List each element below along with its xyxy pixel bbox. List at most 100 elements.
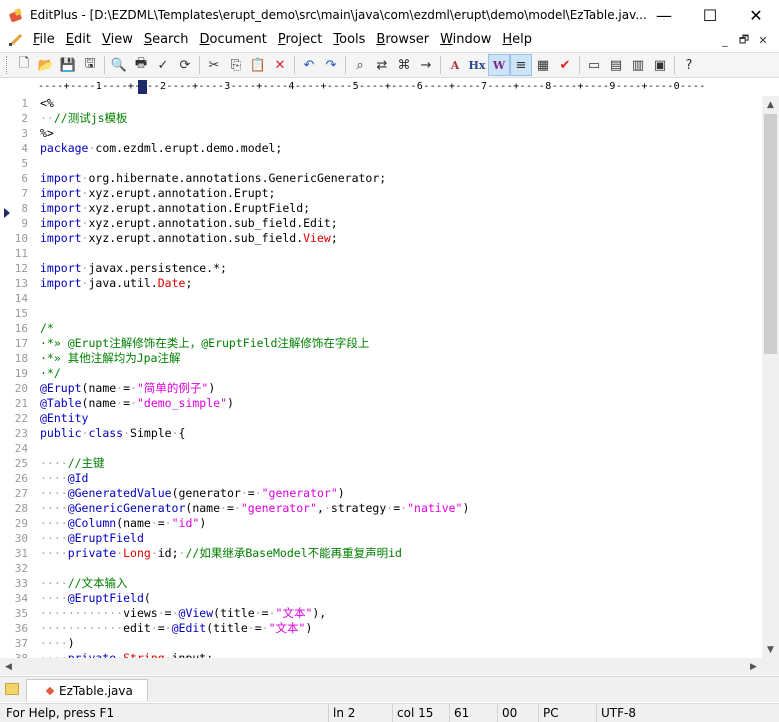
code-line[interactable]: 36 ············edit·=·@Edit(title·=·"文本") bbox=[0, 621, 760, 636]
scroll-right-icon[interactable]: ▶ bbox=[745, 658, 762, 675]
code-text: import·org.hibernate.annotations.Generic… bbox=[40, 171, 387, 185]
menu-document[interactable]: Document bbox=[195, 30, 273, 50]
close-button[interactable]: ✕ bbox=[733, 0, 779, 30]
code-line[interactable]: 5 bbox=[0, 156, 760, 171]
code-line[interactable]: 32 bbox=[0, 561, 760, 576]
menu-browser[interactable]: Browser bbox=[371, 30, 435, 50]
menu-edit[interactable]: Edit bbox=[61, 30, 97, 50]
toolbar-separator bbox=[199, 56, 200, 74]
code-line[interactable]: 7 import·xyz.erupt.annotation.Erupt; bbox=[0, 186, 760, 201]
window-icon[interactable]: ▭ bbox=[583, 54, 605, 76]
code-line[interactable]: 18 ·*» 其他注解均为Jpa注解 bbox=[0, 351, 760, 366]
code-line[interactable]: 19 ·*/ bbox=[0, 366, 760, 381]
vertical-scroll-thumb[interactable] bbox=[764, 114, 777, 354]
code-text: import·java.util.Date; bbox=[40, 276, 193, 290]
ruler-icon[interactable]: ≡ bbox=[510, 54, 532, 76]
scroll-left-icon[interactable]: ◀ bbox=[0, 658, 17, 675]
mdi-restore-button[interactable]: 🗗 bbox=[736, 32, 752, 48]
redo-icon[interactable]: ↷ bbox=[320, 54, 342, 76]
find-icon[interactable]: ⌕ bbox=[349, 54, 371, 76]
code-line[interactable]: 15 bbox=[0, 306, 760, 321]
output-icon[interactable]: ▣ bbox=[649, 54, 671, 76]
check-icon[interactable]: ✔ bbox=[554, 54, 576, 76]
pencil-icon[interactable] bbox=[8, 32, 24, 48]
code-line[interactable]: 37 ····) bbox=[0, 636, 760, 651]
code-line[interactable]: 22 @Entity bbox=[0, 411, 760, 426]
code-line[interactable]: 26 ····@Id bbox=[0, 471, 760, 486]
directory-icon[interactable]: ▥ bbox=[627, 54, 649, 76]
menu-help[interactable]: Help bbox=[497, 30, 538, 50]
menu-search[interactable]: Search bbox=[139, 30, 195, 50]
tab-eztable[interactable]: EzTable.java bbox=[26, 679, 148, 701]
browser-preview-icon[interactable]: ⟳ bbox=[174, 54, 196, 76]
code-line[interactable]: 14 bbox=[0, 291, 760, 306]
menu-tools[interactable]: Tools bbox=[328, 30, 371, 50]
scroll-down-icon[interactable]: ▼ bbox=[762, 641, 779, 658]
minimize-button[interactable]: — bbox=[641, 0, 687, 30]
menu-window[interactable]: Window bbox=[435, 30, 497, 50]
code-line[interactable]: 12 import·javax.persistence.*; bbox=[0, 261, 760, 276]
code-line[interactable]: 34 ····@EruptField( bbox=[0, 591, 760, 606]
mdi-close-button[interactable]: ✕ bbox=[755, 32, 771, 48]
code-line[interactable]: 1 <% bbox=[0, 96, 760, 111]
code-text: ·*» 其他注解均为Jpa注解 bbox=[40, 351, 181, 365]
code-line[interactable]: 27 ····@GeneratedValue(generator·=·"gener… bbox=[0, 486, 760, 501]
toolbar-grip[interactable] bbox=[6, 56, 9, 74]
menu-project[interactable]: Project bbox=[273, 30, 329, 50]
code-line[interactable]: 30 ····@EruptField bbox=[0, 531, 760, 546]
column-select-icon[interactable]: ▦ bbox=[532, 54, 554, 76]
code-line[interactable]: 17 ·*» @Erupt注解修饰在类上，@EruptField注解修饰在字段上 bbox=[0, 336, 760, 351]
help-icon[interactable]: ? bbox=[678, 54, 700, 76]
code-line[interactable]: 35 ············views·=·@View(title·=·"文本"… bbox=[0, 606, 760, 621]
goto-line-icon[interactable]: → bbox=[415, 54, 437, 76]
word-wrap-icon[interactable]: W bbox=[488, 54, 510, 76]
delete-icon[interactable]: ✕ bbox=[269, 54, 291, 76]
open-folder-icon[interactable]: 📂 bbox=[35, 54, 57, 76]
code-line[interactable]: 28 ····@GenericGenerator(name·=·"generato… bbox=[0, 501, 760, 516]
maximize-button[interactable]: ☐ bbox=[687, 0, 733, 30]
new-file-icon[interactable]: 🗋 bbox=[13, 54, 35, 76]
undo-icon[interactable]: ↶ bbox=[298, 54, 320, 76]
code-line[interactable]: 29 ····@Column(name·=·"id") bbox=[0, 516, 760, 531]
copy-icon[interactable]: ⎘ bbox=[225, 54, 247, 76]
font-icon[interactable]: A bbox=[444, 54, 466, 76]
code-line[interactable]: 2 ··//测试js模板 bbox=[0, 111, 760, 126]
menu-file[interactable]: File bbox=[28, 30, 61, 50]
code-line[interactable]: 10 import·xyz.erupt.annotation.sub_field.… bbox=[0, 231, 760, 246]
code-line[interactable]: 16 /* bbox=[0, 321, 760, 336]
hex-icon[interactable]: Hx bbox=[466, 54, 488, 76]
code-line[interactable]: 3 %> bbox=[0, 126, 760, 141]
paste-icon[interactable]: 📋 bbox=[247, 54, 269, 76]
print-icon[interactable]: 🖶 bbox=[130, 54, 152, 76]
code-line[interactable]: 38 ····private·String·input; bbox=[0, 651, 760, 658]
code-line[interactable]: 11 bbox=[0, 246, 760, 261]
code-line[interactable]: 9 import·xyz.erupt.annotation.sub_field.E… bbox=[0, 216, 760, 231]
cliptext-icon[interactable]: ▤ bbox=[605, 54, 627, 76]
scroll-up-icon[interactable]: ▲ bbox=[762, 96, 779, 113]
save-all-icon[interactable]: 🖫 bbox=[79, 54, 101, 76]
code-line[interactable]: 8 import·xyz.erupt.annotation.EruptField; bbox=[0, 201, 760, 216]
print-preview-icon[interactable]: 🔍 bbox=[108, 54, 130, 76]
line-number: 23 bbox=[14, 427, 28, 440]
code-line[interactable]: 20 @Erupt(name·=·"简单的例子") bbox=[0, 381, 760, 396]
mdi-minimize-button[interactable]: _ bbox=[717, 32, 733, 48]
spell-check-icon[interactable]: ✓ bbox=[152, 54, 174, 76]
code-line[interactable]: 25 ····//主键 bbox=[0, 456, 760, 471]
folder-icon[interactable] bbox=[5, 683, 19, 695]
save-icon[interactable]: 💾 bbox=[57, 54, 79, 76]
code-line[interactable]: 23 public·class·Simple·{ bbox=[0, 426, 760, 441]
code-line[interactable]: 4 package·com.ezdml.erupt.demo.model; bbox=[0, 141, 760, 156]
code-line[interactable]: 33 ····//文本输入 bbox=[0, 576, 760, 591]
cut-icon[interactable]: ✂ bbox=[203, 54, 225, 76]
vertical-scrollbar[interactable]: ▲ ▼ bbox=[762, 96, 779, 658]
code-line[interactable]: 24 bbox=[0, 441, 760, 456]
menu-view[interactable]: View bbox=[97, 30, 139, 50]
code-editor[interactable]: 1 <% 2 ··//测试js模板 3 %> 4 package·com.ezdml.erup… bbox=[0, 96, 762, 658]
code-line[interactable]: 21 @Table(name·=·"demo_simple") bbox=[0, 396, 760, 411]
code-line[interactable]: 31 ····private·Long·id;·//如果继承BaseModel不能… bbox=[0, 546, 760, 561]
replace-icon[interactable]: ⇄ bbox=[371, 54, 393, 76]
code-line[interactable]: 13 import·java.util.Date; bbox=[0, 276, 760, 291]
find-in-files-icon[interactable]: ⌘ bbox=[393, 54, 415, 76]
code-line[interactable]: 6 import·org.hibernate.annotations.Generi… bbox=[0, 171, 760, 186]
horizontal-scrollbar[interactable]: ◀ ▶ bbox=[0, 658, 762, 675]
